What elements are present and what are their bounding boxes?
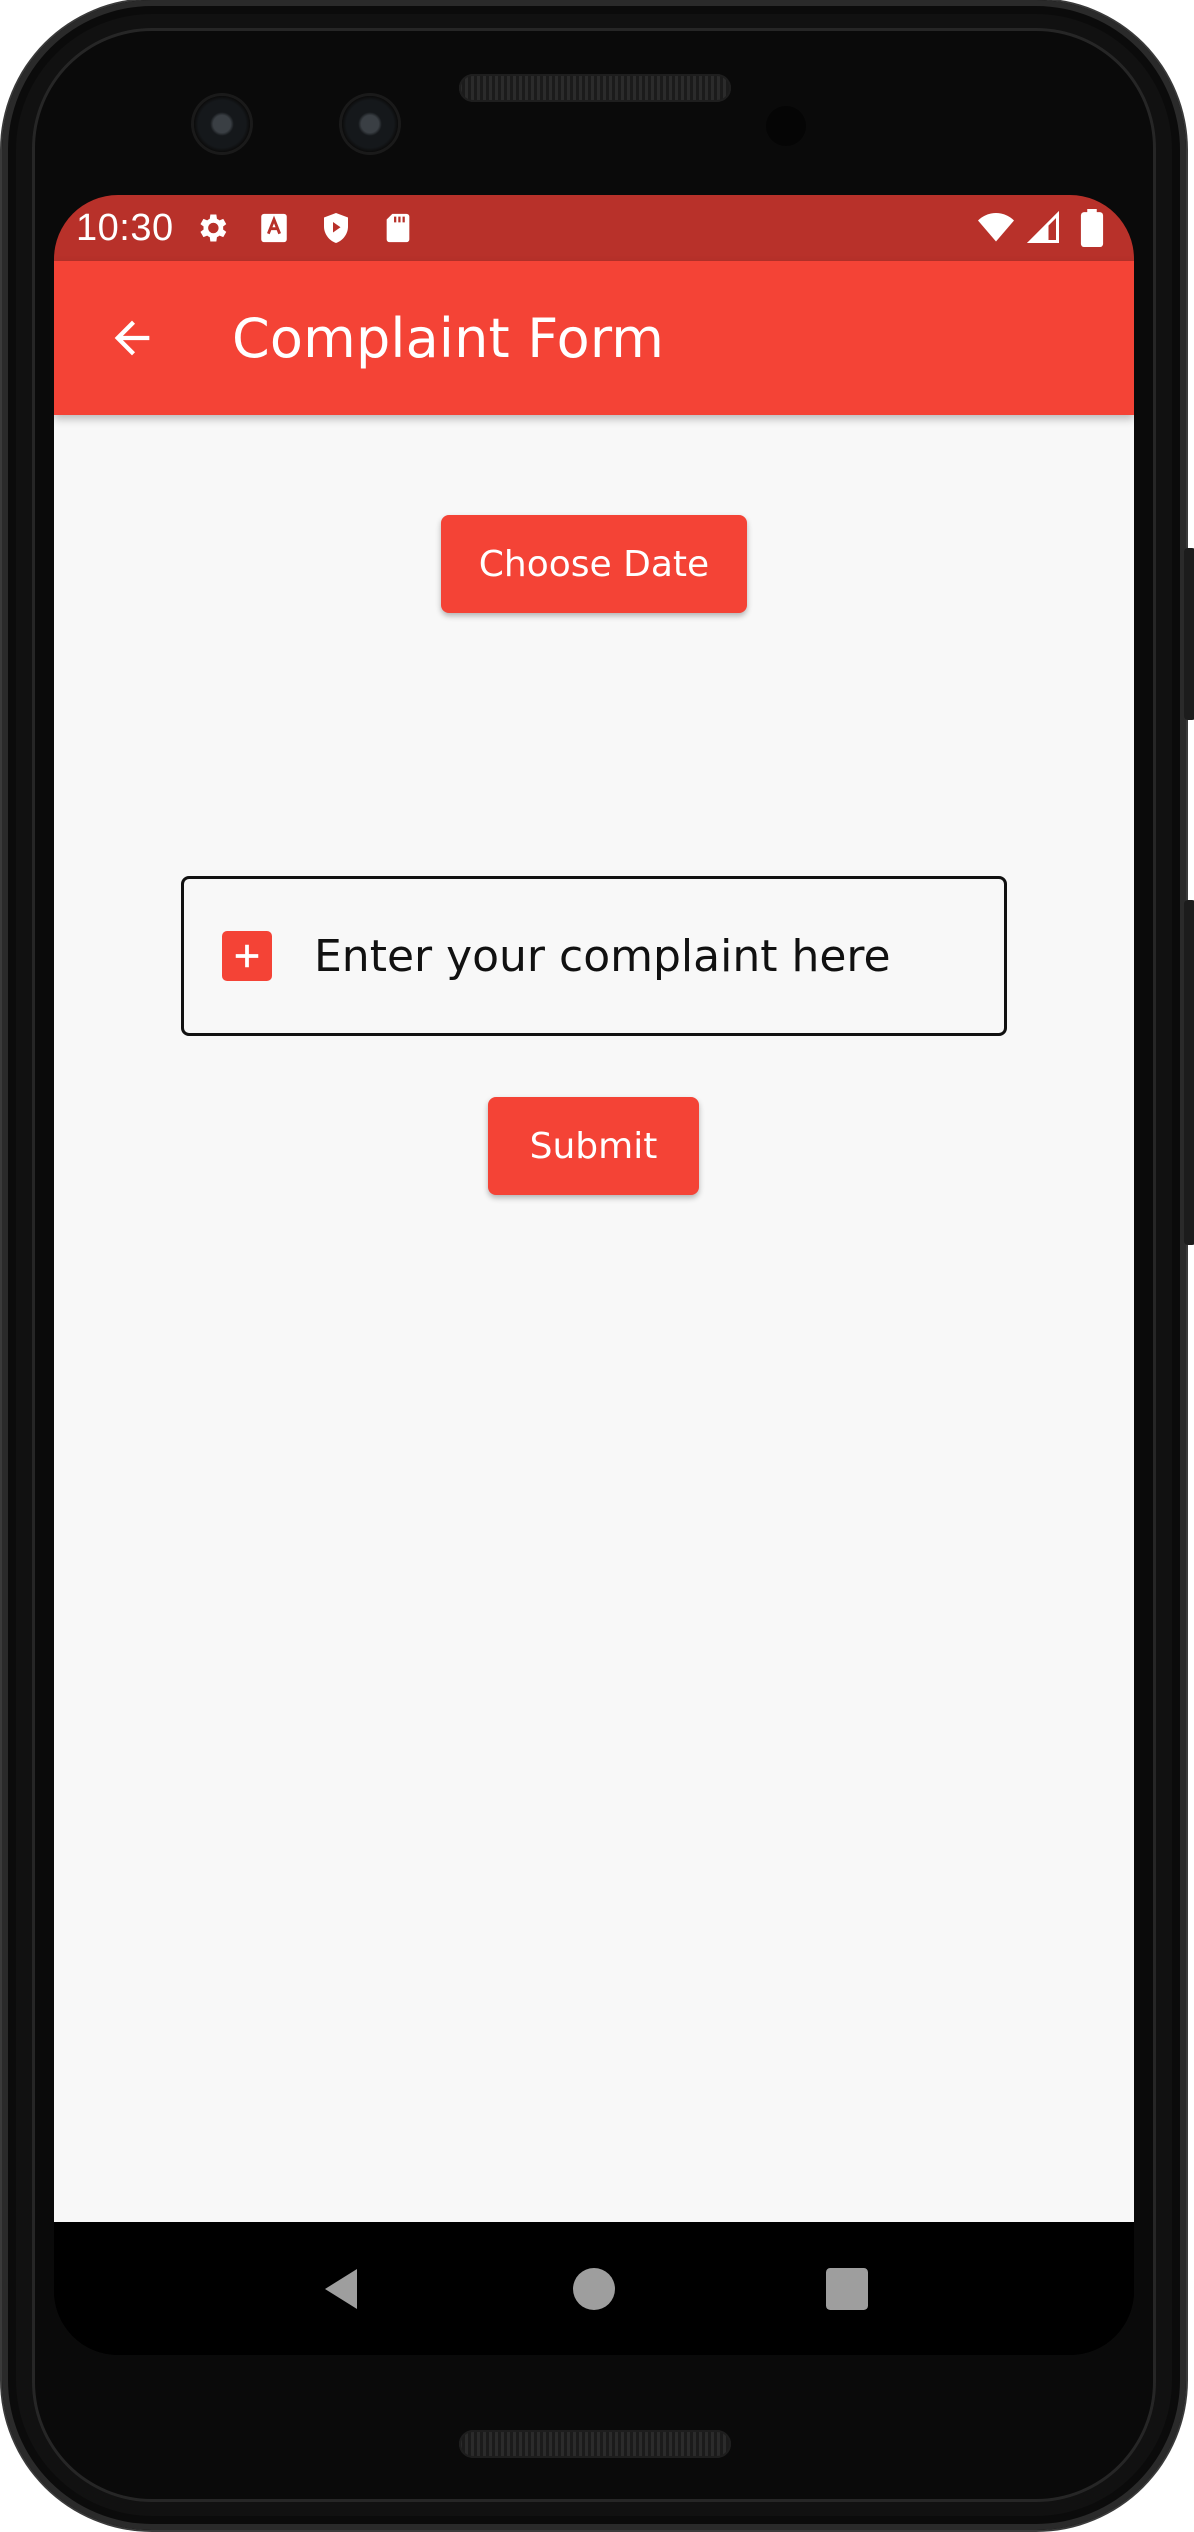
status-bar: 10:30 bbox=[54, 195, 1134, 261]
app-bar: Complaint Form bbox=[54, 261, 1134, 415]
recents-square-icon[interactable] bbox=[817, 2259, 877, 2319]
complaint-placeholder: Enter your complaint here bbox=[314, 930, 891, 982]
status-time: 10:30 bbox=[76, 206, 174, 249]
complaint-input[interactable]: Enter your complaint here bbox=[181, 876, 1007, 1036]
choose-date-button[interactable]: Choose Date bbox=[441, 515, 747, 613]
signal-icon bbox=[1026, 210, 1062, 246]
front-camera-icon bbox=[194, 96, 250, 152]
form-content: Choose Date Enter your complaint here Su… bbox=[54, 415, 1134, 2222]
settings-icon bbox=[194, 210, 230, 246]
system-nav-bar bbox=[54, 2222, 1134, 2355]
arrow-back-icon bbox=[114, 320, 150, 356]
proximity-sensor bbox=[766, 106, 806, 146]
home-circle-icon[interactable] bbox=[564, 2259, 624, 2319]
translate-icon bbox=[256, 210, 292, 246]
volume-button[interactable] bbox=[1184, 900, 1194, 1245]
sd-card-icon bbox=[380, 210, 416, 246]
submit-button[interactable]: Submit bbox=[488, 1097, 699, 1195]
status-icons-left bbox=[194, 210, 416, 246]
status-icons-right bbox=[978, 209, 1110, 247]
page-title: Complaint Form bbox=[232, 306, 665, 370]
back-triangle-icon[interactable] bbox=[311, 2259, 371, 2319]
screen: 10:30 Complaint Form Choose Date Enter y… bbox=[54, 195, 1134, 2355]
back-button[interactable] bbox=[77, 283, 187, 393]
bottom-speaker bbox=[459, 2430, 731, 2458]
wifi-icon bbox=[978, 210, 1014, 246]
earpiece-speaker bbox=[459, 74, 731, 102]
battery-icon bbox=[1074, 209, 1110, 247]
front-camera-icon bbox=[342, 96, 398, 152]
power-button[interactable] bbox=[1184, 548, 1194, 720]
plus-box-icon bbox=[222, 931, 272, 981]
shield-play-icon bbox=[318, 210, 354, 246]
